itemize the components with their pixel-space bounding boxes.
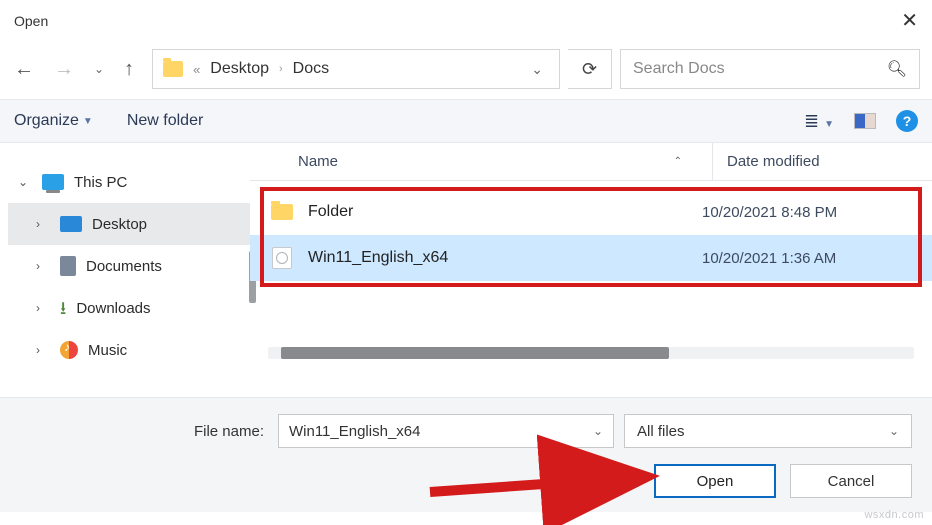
file-name: Folder [308, 203, 702, 221]
organize-menu[interactable]: Organize ▼ [14, 112, 93, 130]
chevron-down-icon[interactable]: ⌄ [531, 61, 543, 78]
sidebar-item-downloads[interactable]: › ⭳ Downloads [8, 287, 250, 329]
breadcrumb-current[interactable]: Docs [293, 60, 329, 78]
file-list: Name ⌃ Date modified Folder 10/20/2021 8… [250, 143, 932, 397]
filename-input[interactable]: Win11_English_x64 ⌄ [278, 414, 614, 448]
titlebar: Open ✕ [0, 0, 932, 39]
document-icon [60, 256, 76, 276]
file-row-folder[interactable]: Folder 10/20/2021 8:48 PM [250, 189, 932, 235]
close-icon[interactable]: ✕ [901, 8, 918, 33]
chevron-right-icon: › [36, 301, 50, 315]
file-date: 10/20/2021 8:48 PM [702, 204, 932, 221]
cancel-button[interactable]: Cancel [790, 464, 912, 498]
file-row-iso[interactable]: Win11_English_x64 10/20/2021 1:36 AM [250, 235, 932, 281]
search-input[interactable]: Search Docs 🔍︎ [620, 49, 920, 89]
refresh-icon: ⟳ [582, 59, 597, 80]
column-date[interactable]: Date modified [712, 143, 932, 180]
chevron-down-icon[interactable]: ⌄ [593, 424, 603, 438]
folder-icon [271, 204, 293, 220]
nav-arrows: ← → ⌄ ↑ [14, 59, 144, 79]
watermark: wsxdn.com [864, 509, 924, 521]
column-name[interactable]: Name ⌃ [250, 153, 712, 170]
sidebar-item-desktop[interactable]: › Desktop [8, 203, 250, 245]
sidebar-item-label: Music [88, 342, 127, 359]
filename-value: Win11_English_x64 [289, 423, 420, 440]
main-area: ⌄ This PC › Desktop › Documents › ⭳ Down… [0, 143, 932, 397]
scrollbar-thumb[interactable] [281, 347, 669, 359]
sidebar-item-documents[interactable]: › Documents [8, 245, 250, 287]
breadcrumb-overflow-icon[interactable]: « [193, 62, 200, 77]
help-icon[interactable]: ? [896, 110, 918, 132]
file-date: 10/20/2021 1:36 AM [702, 250, 932, 267]
view-menu[interactable]: ≣ ▼ [804, 111, 834, 132]
music-icon [60, 341, 78, 359]
sidebar-item-label: This PC [74, 174, 127, 191]
desktop-icon [60, 216, 82, 232]
file-name: Win11_English_x64 [308, 249, 702, 267]
chevron-right-icon: › [36, 259, 50, 273]
recent-locations-icon[interactable]: ⌄ [94, 63, 104, 75]
filetype-select[interactable]: All files ⌄ [624, 414, 912, 448]
sidebar: ⌄ This PC › Desktop › Documents › ⭳ Down… [0, 143, 250, 397]
refresh-button[interactable]: ⟳ [568, 49, 612, 89]
dialog-title: Open [14, 13, 48, 29]
sidebar-item-label: Downloads [76, 300, 150, 317]
chevron-down-icon[interactable]: ⌄ [889, 424, 899, 438]
pc-icon [42, 174, 64, 190]
open-button[interactable]: Open [654, 464, 776, 498]
footer: File name: Win11_English_x64 ⌄ All files… [0, 397, 932, 512]
filetype-value: All files [637, 423, 685, 440]
horizontal-scrollbar[interactable] [268, 347, 914, 359]
disc-image-icon [272, 247, 292, 269]
new-folder-button[interactable]: New folder [127, 112, 203, 130]
sidebar-item-music[interactable]: › Music [8, 329, 250, 371]
chevron-right-icon: › [36, 343, 50, 357]
search-icon: 🔍︎ [887, 59, 907, 79]
forward-icon[interactable]: → [54, 59, 74, 79]
search-placeholder: Search Docs [633, 60, 725, 78]
folder-icon [163, 61, 183, 77]
chevron-down-icon: ⌄ [18, 175, 32, 189]
chevron-right-icon: › [36, 217, 50, 231]
toolbar: Organize ▼ New folder ≣ ▼ ? [0, 99, 932, 143]
sidebar-item-label: Desktop [92, 216, 147, 233]
filename-label: File name: [194, 423, 264, 440]
chevron-down-icon: ▼ [83, 116, 93, 127]
breadcrumb-root[interactable]: Desktop [210, 60, 269, 78]
up-icon[interactable]: ↑ [124, 59, 134, 79]
nav-row: ← → ⌄ ↑ « Desktop › Docs ⌄ ⟳ Search Docs… [0, 39, 932, 99]
breadcrumb[interactable]: « Desktop › Docs ⌄ [152, 49, 560, 89]
preview-pane-button[interactable] [854, 113, 876, 129]
sort-asc-icon: ⌃ [674, 156, 682, 167]
download-icon: ⭳ [60, 299, 66, 317]
column-headers: Name ⌃ Date modified [250, 143, 932, 181]
sidebar-item-this-pc[interactable]: ⌄ This PC [8, 161, 250, 203]
sidebar-item-label: Documents [86, 258, 162, 275]
chevron-right-icon: › [279, 63, 283, 75]
back-icon[interactable]: ← [14, 59, 34, 79]
